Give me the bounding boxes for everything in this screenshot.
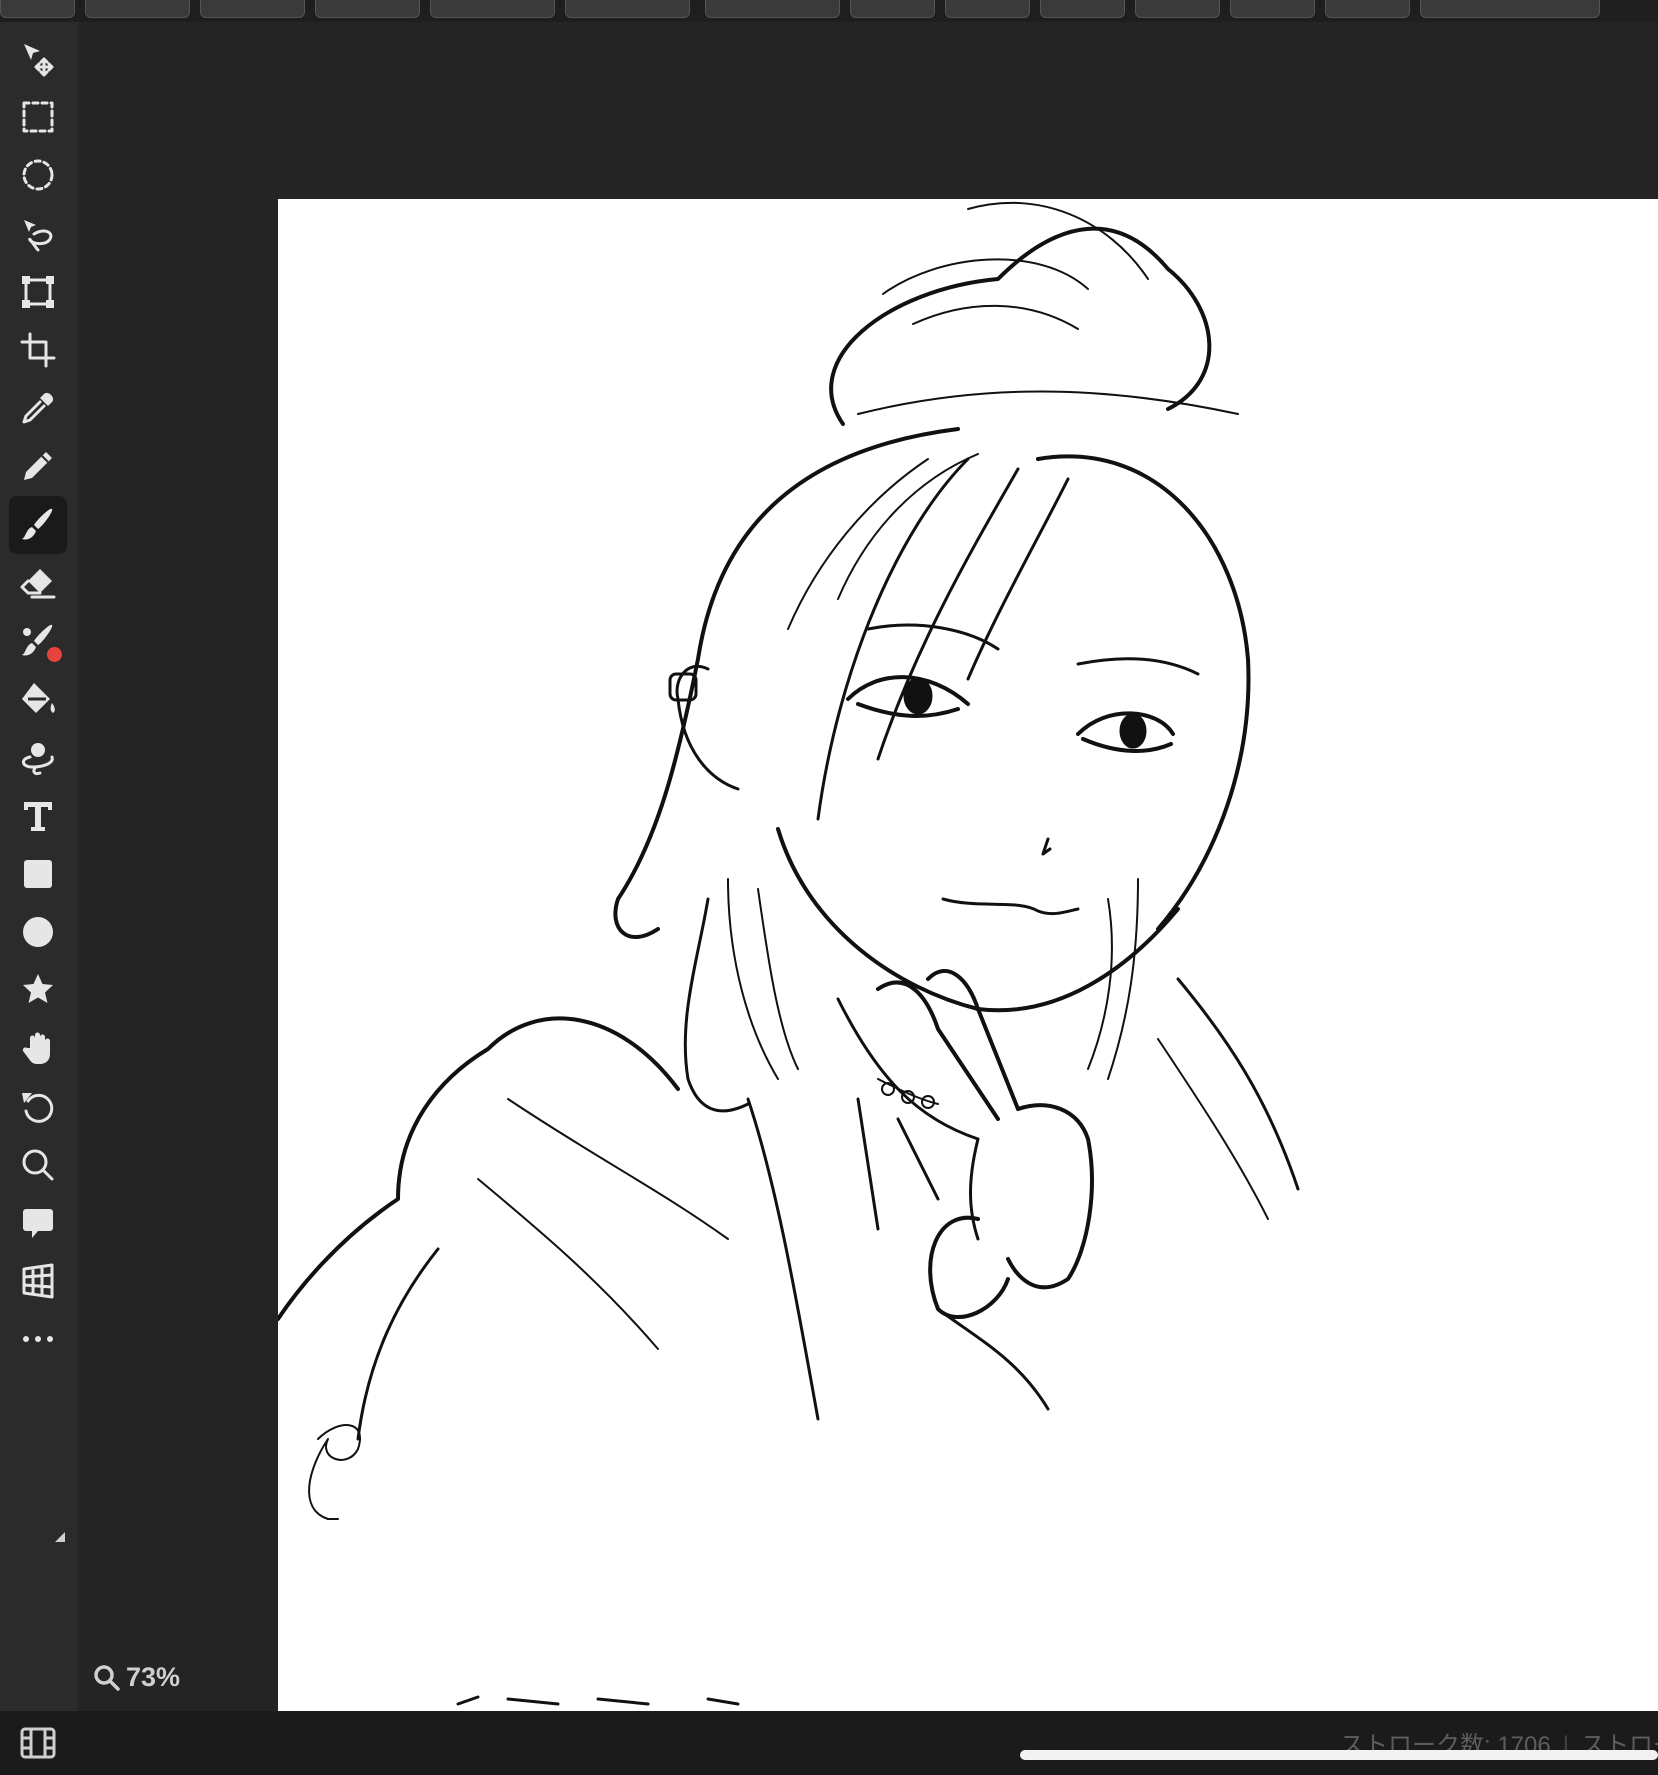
rect-select-icon [22, 101, 54, 133]
magnifier-icon [22, 1149, 54, 1181]
top-tab-9[interactable] [945, 0, 1030, 18]
top-tab-12[interactable] [1230, 0, 1315, 18]
eyedropper-tool[interactable] [9, 379, 67, 437]
magic-lasso-icon [22, 743, 54, 775]
blend-brush-tool[interactable] [9, 612, 67, 670]
circle-icon [23, 917, 53, 947]
top-tab-8[interactable] [850, 0, 935, 18]
top-tab-10[interactable] [1040, 0, 1125, 18]
top-tab-5[interactable] [430, 0, 555, 18]
zoom-tool[interactable] [9, 1136, 67, 1194]
top-tab-1[interactable] [0, 0, 75, 18]
top-tab-bar [0, 0, 1658, 22]
star-tool[interactable] [9, 961, 67, 1019]
top-tab-3[interactable] [200, 0, 305, 18]
top-tab-2[interactable] [85, 0, 190, 18]
lasso-icon [24, 220, 53, 252]
top-tab-13[interactable] [1325, 0, 1410, 18]
crop-icon [20, 332, 56, 368]
drawing-canvas[interactable] [278, 199, 1658, 1711]
more-tools[interactable] [9, 1310, 67, 1368]
magnifier-icon [94, 1664, 120, 1691]
top-tab-11[interactable] [1135, 0, 1220, 18]
crop-tool[interactable] [9, 321, 67, 379]
status-bar: ストローク数: 1706|ストロー [0, 1711, 1658, 1775]
speech-bubble-icon [23, 1209, 53, 1238]
zoom-indicator[interactable]: 73% [92, 1662, 180, 1693]
perspective-grid-icon [22, 1263, 54, 1299]
lasso-tool[interactable] [9, 205, 67, 263]
rotate-tool[interactable] [9, 1078, 67, 1136]
active-indicator-dot [47, 647, 62, 662]
expand-corner-icon [55, 1532, 65, 1542]
perspective-tool[interactable] [9, 1252, 67, 1310]
speech-bubble-tool[interactable] [9, 1194, 67, 1252]
brush-tool[interactable] [9, 496, 67, 554]
horizontal-scrollbar[interactable] [1020, 1750, 1658, 1760]
ellipse-select-icon [22, 159, 54, 191]
text-icon [24, 802, 52, 831]
eraser-icon [20, 569, 56, 599]
zoom-level: 73% [126, 1662, 181, 1692]
top-tab-6[interactable] [565, 0, 690, 18]
top-tab-7[interactable] [705, 0, 840, 18]
rotate-icon [22, 1093, 54, 1123]
pencil-icon [24, 452, 52, 480]
hand-icon [22, 1032, 50, 1064]
eyedropper-icon [22, 392, 54, 424]
top-tab-14[interactable] [1420, 0, 1600, 18]
eraser-tool[interactable] [9, 554, 67, 612]
tool-palette [0, 22, 78, 1711]
transform-icon [22, 276, 54, 308]
ellipse-tool[interactable] [9, 903, 67, 961]
line-art-drawing [278, 201, 1300, 1706]
rectangle-tool[interactable] [9, 845, 67, 903]
transform-tool[interactable] [9, 263, 67, 321]
move-tool[interactable] [9, 30, 67, 88]
paint-bucket-icon [22, 683, 55, 713]
fill-tool[interactable] [9, 670, 67, 728]
more-icon [23, 1336, 53, 1342]
film-strip-icon[interactable] [18, 1723, 58, 1763]
text-tool[interactable] [9, 787, 67, 845]
ellipse-select-tool[interactable] [9, 146, 67, 204]
rectangle-icon [24, 860, 52, 888]
pencil-tool[interactable] [9, 437, 67, 495]
rect-select-tool[interactable] [9, 88, 67, 146]
hand-tool[interactable] [9, 1019, 67, 1077]
top-tab-4[interactable] [315, 0, 420, 18]
magic-lasso-tool[interactable] [9, 728, 67, 786]
brush-icon [22, 508, 53, 540]
workspace[interactable] [78, 22, 1658, 1711]
move-arrow-icon [24, 44, 54, 77]
star-icon [23, 974, 53, 1003]
